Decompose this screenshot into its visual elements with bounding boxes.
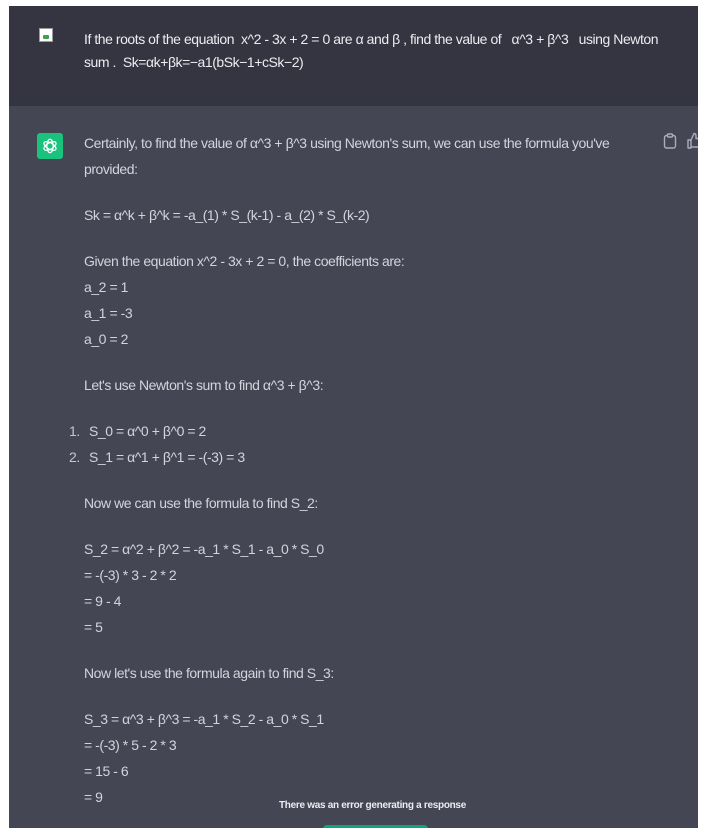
list-number: 1. xyxy=(69,423,80,439)
steps-list: 1. S_0 = α^0 + β^0 = 2 2. S_1 = α^1 + β^… xyxy=(69,418,654,470)
now-s3-text: Now let's use the formula again to find … xyxy=(84,665,334,681)
calc-line: = 5 xyxy=(84,619,103,635)
calc-line: S_2 = α^2 + β^2 = -a_1 * S_1 - a_0 * S_0 xyxy=(84,541,324,557)
user-message: If the roots of the equation x^2 - 3x + … xyxy=(9,6,698,107)
error-message: There was an error generating a response xyxy=(279,800,466,811)
user-message-text: If the roots of the equation x^2 - 3x + … xyxy=(84,31,662,70)
calc-line: = 9 - 4 xyxy=(84,593,121,609)
coefficient-line: a_2 = 1 xyxy=(84,279,128,295)
lets-use-text: Let's use Newton's sum to find α^3 + β^3… xyxy=(84,377,324,393)
assistant-message-text: Certainly, to find the value of α^3 + β^… xyxy=(69,130,654,810)
list-item-text: S_1 = α^1 + β^1 = -(-3) = 3 xyxy=(89,449,245,465)
coefficient-line: a_1 = -3 xyxy=(84,305,133,321)
list-item: 2. S_1 = α^1 + β^1 = -(-3) = 3 xyxy=(69,444,654,470)
broken-image-icon xyxy=(39,28,53,42)
chat-window: If the roots of the equation x^2 - 3x + … xyxy=(9,6,698,828)
thumbs-up-icon[interactable] xyxy=(687,132,698,149)
given-text: Given the equation x^2 - 3x + 2 = 0, the… xyxy=(84,253,405,269)
clipboard-icon[interactable] xyxy=(663,133,677,149)
list-number: 2. xyxy=(69,449,80,465)
calc-line: S_3 = α^3 + β^3 = -a_1 * S_2 - a_0 * S_1 xyxy=(84,711,324,727)
calc-line: = -(-3) * 3 - 2 * 2 xyxy=(84,567,177,583)
coefficient-line: a_0 = 2 xyxy=(84,331,128,347)
regenerate-button[interactable] xyxy=(323,825,428,828)
now-s2-text: Now we can use the formula to find S_2: xyxy=(84,495,318,511)
intro-text: Certainly, to find the value of α^3 + β^… xyxy=(84,135,610,177)
formula-text: Sk = α^k + β^k = -a_(1) * S_(k-1) - a_(2… xyxy=(84,207,370,223)
calc-line: = -(-3) * 5 - 2 * 3 xyxy=(84,737,177,753)
assistant-message: Certainly, to find the value of α^3 + β^… xyxy=(9,106,698,828)
list-item: 1. S_0 = α^0 + β^0 = 2 xyxy=(69,418,654,444)
list-item-text: S_0 = α^0 + β^0 = 2 xyxy=(89,423,206,439)
openai-logo-icon xyxy=(37,133,63,159)
calc-line: = 15 - 6 xyxy=(84,763,129,779)
